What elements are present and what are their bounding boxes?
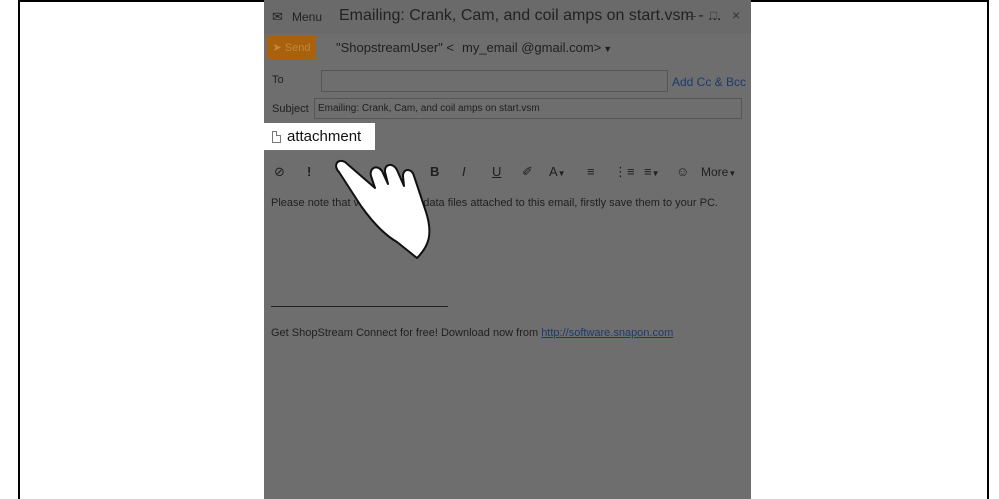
add-cc-bcc-link[interactable]: Add Cc & Bcc [672, 75, 746, 89]
emoji-icon[interactable]: ☺ [676, 164, 689, 179]
menu-button[interactable]: Menu [292, 10, 322, 24]
attachment-label: attachment [287, 128, 362, 145]
minimize-button[interactable]: – [688, 7, 696, 23]
align-button[interactable]: ≡▼ [644, 164, 660, 179]
chevron-down-icon: ▼ [728, 169, 737, 178]
signature-prefix: Get ShopStream Connect for free! Downloa… [271, 327, 539, 339]
bullets-button[interactable]: ≡ [587, 164, 595, 179]
chevron-down-icon: ▼ [557, 169, 566, 178]
attachment-item[interactable]: attachment [264, 123, 375, 150]
window-title: Emailing: Crank, Cam, and coil amps on s… [339, 7, 722, 24]
file-icon [272, 130, 281, 143]
from-name: "ShopstreamUser" < [336, 40, 454, 55]
align-icon: ≡ [644, 164, 652, 179]
numbering-button[interactable]: ⋮≡ [614, 164, 635, 180]
send-button[interactable]: ➤ Send [267, 36, 316, 59]
mail-icon: ✉ [272, 9, 283, 24]
send-row: ➤ Send "ShopstreamUser" < my_email @gmail… [264, 36, 751, 60]
subject-field[interactable]: Emailing: Crank, Cam, and coil amps on s… [314, 98, 742, 119]
importance-button[interactable]: ! [307, 164, 311, 179]
attach-icon[interactable]: ⊘ [274, 164, 285, 180]
highlight-icon[interactable]: ✐ [522, 164, 533, 180]
italic-button[interactable]: I [462, 164, 466, 179]
send-icon: ➤ [272, 42, 282, 54]
more-button[interactable]: More▼ [701, 165, 736, 179]
to-field[interactable] [321, 70, 668, 92]
maximize-button[interactable]: □ [710, 8, 717, 22]
chevron-down-icon: ▼ [651, 169, 660, 178]
tap-hand-icon [335, 160, 431, 259]
font-color-button[interactable]: A▼ [549, 164, 566, 179]
underline-button[interactable]: U [492, 164, 501, 179]
signature-divider [271, 306, 448, 307]
download-link[interactable]: http://software.snapon.com [541, 327, 673, 339]
to-label: To [272, 74, 284, 86]
chevron-down-icon: ▼ [603, 44, 613, 54]
send-label: Send [284, 41, 311, 54]
font-color-label: A [549, 164, 558, 179]
title-bar: ✉ Menu Emailing: Crank, Cam, and coil am… [264, 0, 751, 34]
from-address: my_email @gmail.com> [461, 40, 602, 55]
close-button[interactable]: × [732, 7, 740, 23]
subject-label: Subject [272, 103, 309, 115]
from-selector[interactable]: "ShopstreamUser" < my_email @gmail.com> ▼ [336, 40, 612, 55]
signature-text: Get ShopStream Connect for free! Downloa… [271, 327, 673, 339]
more-label: More [701, 165, 729, 179]
